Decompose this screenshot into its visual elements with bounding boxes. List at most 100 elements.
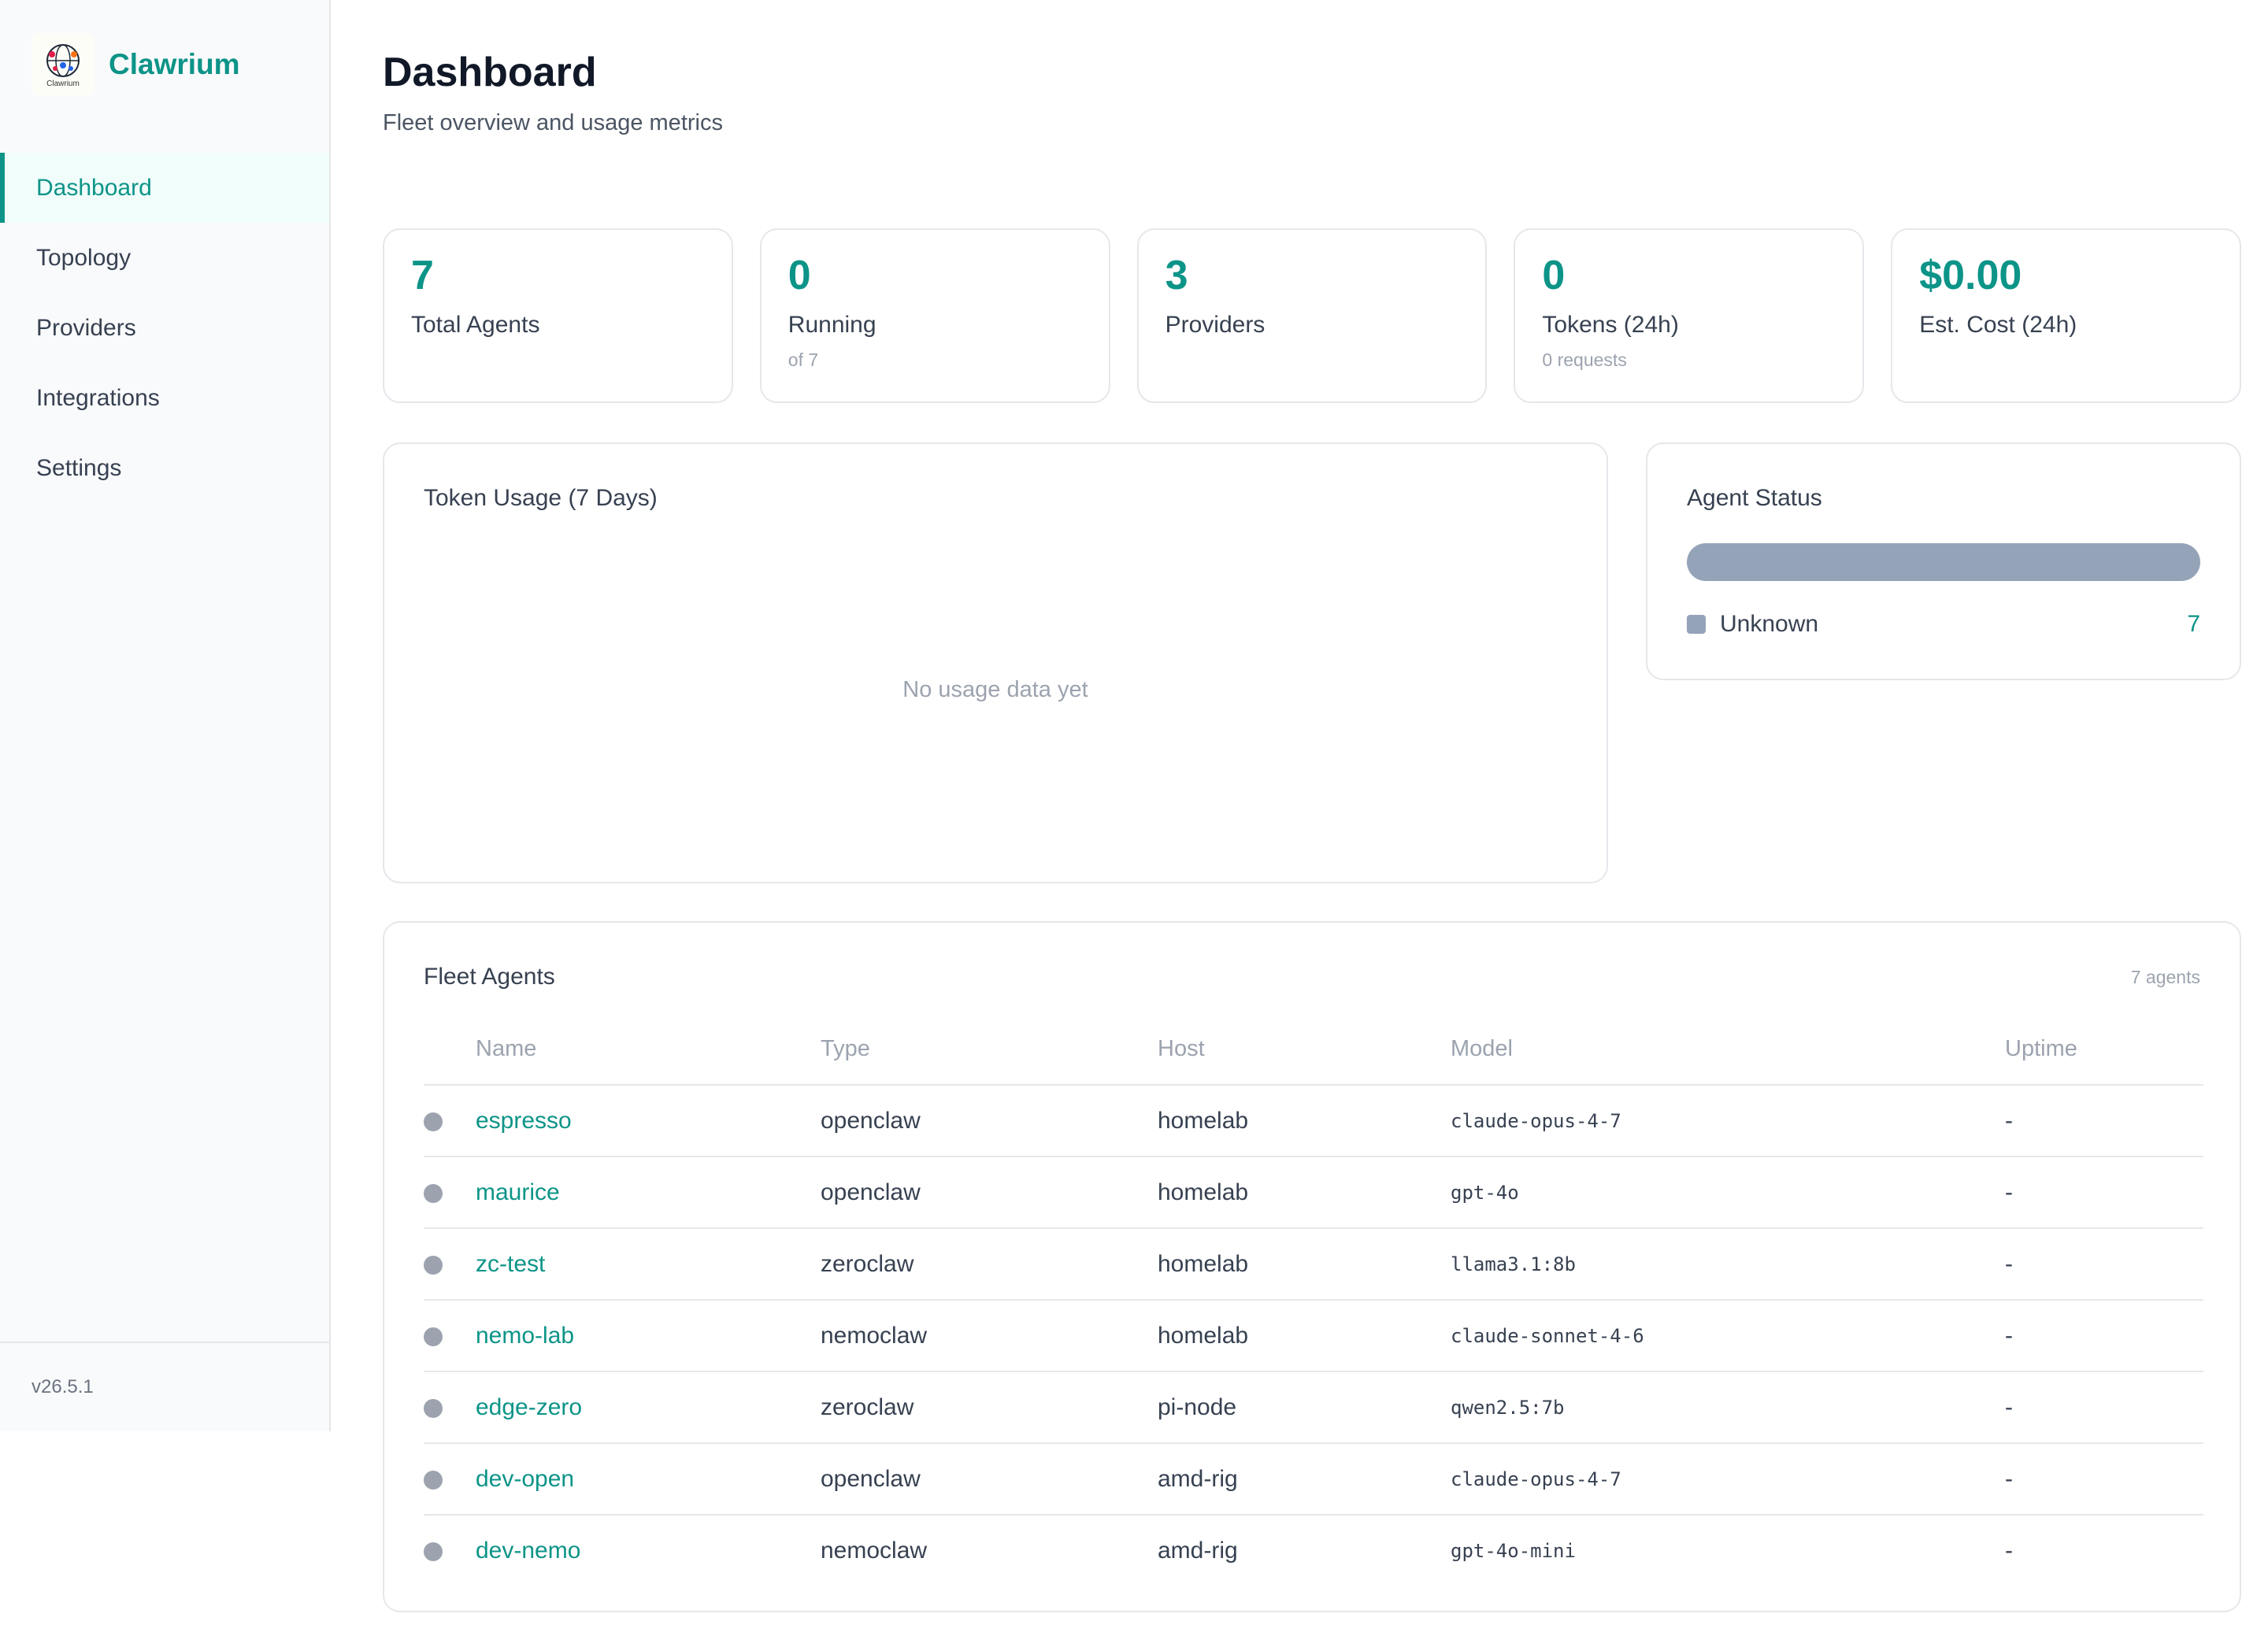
agent-name-link[interactable]: dev-nemo — [476, 1515, 821, 1586]
page-title: Dashboard — [383, 50, 597, 95]
agent-model: gpt-4o — [1451, 1157, 2005, 1229]
app-logo: Clawrium — [32, 33, 94, 96]
stat-value: 7 — [411, 253, 434, 298]
agent-model: claude-opus-4-7 — [1451, 1085, 2005, 1157]
table-header-row: Name Type Host Model Uptime — [424, 1014, 2203, 1086]
stat-value: $0.00 — [1919, 253, 2022, 298]
stat-sublabel: of 7 — [788, 350, 819, 370]
agent-model: llama3.1:8b — [1451, 1228, 2005, 1301]
column-header-host[interactable]: Host — [1158, 1014, 1451, 1086]
agent-host: homelab — [1158, 1157, 1451, 1229]
status-swatch — [1687, 615, 1706, 634]
status-dot-icon — [424, 1542, 443, 1562]
table-row[interactable]: edge-zero zeroclaw pi-node qwen2.5:7b - — [424, 1371, 2203, 1444]
agent-uptime: - — [2005, 1228, 2203, 1301]
stat-card-running: 0 Running of 7 — [759, 228, 1110, 403]
usage-empty-message: No usage data yet — [902, 677, 1088, 702]
agent-type: zeroclaw — [821, 1371, 1158, 1444]
agent-type: nemoclaw — [821, 1538, 928, 1564]
version-label: v26.5.1 — [0, 1342, 329, 1431]
sidebar-nav: Dashboard Topology Providers Integration… — [0, 153, 329, 503]
status-legend-label: Unknown — [1720, 611, 1819, 637]
agent-uptime: - — [2005, 1371, 2203, 1444]
agent-type: openclaw — [821, 1085, 1158, 1157]
agent-type: openclaw — [821, 1443, 1158, 1516]
agent-host: homelab — [1158, 1300, 1451, 1372]
table-row[interactable]: zc-test zeroclaw homelab llama3.1:8b - — [424, 1228, 2203, 1301]
agent-model: claude-opus-4-7 — [1451, 1443, 2005, 1516]
agent-model: claude-sonnet-4-6 — [1451, 1300, 2005, 1372]
stat-card-tokens: 0 Tokens (24h) 0 requests — [1514, 228, 1865, 403]
sidebar-item-settings[interactable]: Settings — [0, 433, 329, 503]
status-legend-item: Unknown 7 — [1687, 611, 2200, 638]
stat-label: Est. Cost (24h) — [1919, 312, 2077, 338]
stat-label: Running — [788, 312, 876, 338]
agent-name-link[interactable]: espresso — [476, 1085, 821, 1157]
stat-label: Providers — [1165, 312, 1266, 338]
status-dot-icon — [424, 1327, 443, 1346]
table-row[interactable]: nemo-lab nemoclaw homelab claude-sonnet-… — [424, 1300, 2203, 1372]
table-row[interactable]: espresso openclaw homelab claude-opus-4-… — [424, 1085, 2203, 1157]
table-row[interactable]: dev-nemo nemoclaw amd-rig gpt-4o-mini - — [424, 1515, 2203, 1586]
agent-name-link[interactable]: dev-open — [476, 1443, 821, 1516]
fleet-agents-card: Fleet Agents 7 agents Name Type Host Mod… — [383, 921, 2241, 1612]
agent-uptime: - — [2005, 1085, 2203, 1157]
stat-card-providers: 3 Providers — [1136, 228, 1488, 403]
stat-value: 0 — [1542, 253, 1566, 298]
column-header-type[interactable]: Type — [821, 1014, 1158, 1086]
fleet-header: Fleet Agents 7 agents — [424, 964, 2200, 990]
status-dot-icon — [424, 1398, 443, 1418]
agent-model: gpt-4o-mini — [1451, 1540, 1576, 1562]
agent-host: homelab — [1158, 1228, 1451, 1301]
agent-type: zeroclaw — [821, 1228, 1158, 1301]
stats-row: 7 Total Agents 0 Running of 7 3 Provider… — [383, 228, 2241, 403]
status-legend-count: 7 — [2187, 611, 2200, 637]
agent-uptime: - — [2005, 1538, 2013, 1564]
token-usage-title: Token Usage (7 Days) — [424, 485, 658, 511]
page-subtitle: Fleet overview and usage metrics — [383, 110, 723, 135]
sidebar-item-topology[interactable]: Topology — [0, 223, 329, 293]
stat-card-est-cost: $0.00 Est. Cost (24h) — [1891, 228, 2241, 403]
stat-label: Total Agents — [411, 312, 540, 338]
agent-host: amd-rig — [1158, 1538, 1238, 1564]
stat-label: Tokens (24h) — [1542, 312, 1679, 338]
stat-value: 3 — [1165, 253, 1188, 298]
agent-model: qwen2.5:7b — [1451, 1371, 2005, 1444]
column-header-name[interactable]: Name — [476, 1014, 821, 1086]
column-header-model[interactable]: Model — [1451, 1014, 2005, 1086]
sidebar-item-integrations[interactable]: Integrations — [0, 363, 329, 433]
agent-status-card: Agent Status Unknown 7 — [1646, 442, 2241, 680]
sidebar: Clawrium Clawrium Dashboard Topology Pro… — [0, 0, 331, 1431]
agent-status-bar — [1687, 543, 2200, 581]
agent-type: openclaw — [821, 1157, 1158, 1229]
status-dot-icon — [424, 1470, 443, 1490]
stat-value: 0 — [788, 253, 811, 298]
stat-sublabel: 0 requests — [1542, 350, 1627, 370]
app-name: Clawrium — [109, 48, 240, 80]
fleet-table: Name Type Host Model Uptime espresso ope… — [424, 1014, 2203, 1586]
agent-uptime: - — [2005, 1300, 2203, 1372]
stat-card-total-agents: 7 Total Agents — [383, 228, 733, 403]
status-dot-icon — [424, 1255, 443, 1275]
table-row[interactable]: maurice openclaw homelab gpt-4o - — [424, 1157, 2203, 1229]
table-row[interactable]: dev-open openclaw amd-rig claude-opus-4-… — [424, 1443, 2203, 1516]
brand[interactable]: Clawrium Clawrium — [32, 33, 240, 96]
status-dot-icon — [424, 1183, 443, 1203]
agent-status-title: Agent Status — [1687, 485, 1822, 511]
column-header-uptime[interactable]: Uptime — [2005, 1014, 2203, 1086]
fleet-title: Fleet Agents — [424, 964, 555, 990]
token-usage-card: Token Usage (7 Days) No usage data yet — [383, 442, 1608, 883]
sidebar-item-providers[interactable]: Providers — [0, 293, 329, 363]
agent-uptime: - — [2005, 1157, 2203, 1229]
agent-name-link[interactable]: nemo-lab — [476, 1300, 821, 1372]
agent-host: pi-node — [1158, 1371, 1451, 1444]
column-header-status — [424, 1014, 476, 1086]
agent-type: nemoclaw — [821, 1300, 1158, 1372]
agent-name-link[interactable]: zc-test — [476, 1228, 821, 1301]
agent-host: homelab — [1158, 1085, 1451, 1157]
logo-globe-icon — [46, 43, 80, 77]
sidebar-item-dashboard[interactable]: Dashboard — [0, 153, 329, 223]
agent-name-link[interactable]: edge-zero — [476, 1371, 821, 1444]
logo-text: Clawrium — [46, 79, 80, 88]
agent-name-link[interactable]: maurice — [476, 1157, 821, 1229]
